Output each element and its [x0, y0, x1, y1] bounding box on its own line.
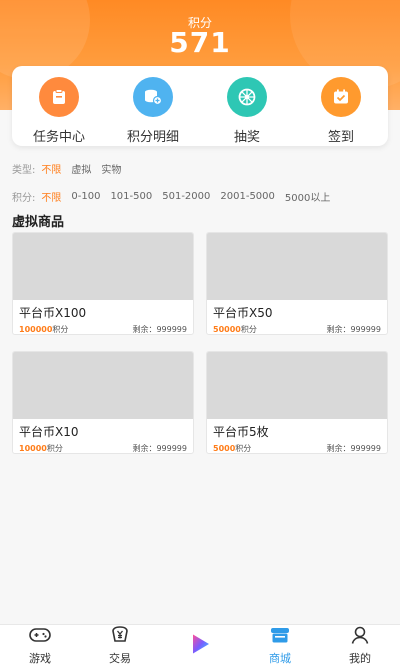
tab-label: 我的 [349, 652, 371, 665]
tab-games[interactable]: 游戏 [0, 625, 80, 666]
store-icon [268, 625, 292, 649]
product-name: 平台币X50 [213, 306, 273, 320]
quick-action-checkin[interactable]: 签到 [294, 66, 388, 146]
tab-label: 商城 [269, 652, 291, 665]
tab-label: 交易 [109, 652, 131, 665]
product-image-placeholder [207, 233, 387, 300]
product-card[interactable]: 平台币X10 10000积分 剩余：999999 [12, 351, 194, 454]
product-card[interactable]: 平台币X100 100000积分 剩余：999999 [12, 232, 194, 335]
user-icon [349, 625, 371, 649]
points-value: 571 [169, 26, 231, 59]
product-price: 10000积分 [19, 443, 63, 453]
quick-action-label: 任务中心 [32, 130, 85, 145]
product-price-value: 50000 [213, 325, 241, 334]
product-price-unit: 积分 [52, 325, 69, 334]
type-filter-row: 类型: 不限 虚拟 实物 [12, 158, 388, 178]
task-clipboard-icon [39, 77, 79, 117]
product-price-value: 5000 [213, 444, 236, 453]
product-meta: 100000积分 剩余：999999 [13, 321, 193, 334]
section-title: 虚拟商品 [12, 215, 65, 230]
product-price: 100000积分 [19, 324, 69, 334]
product-name: 平台币5枚 [213, 425, 269, 439]
quick-action-task-center[interactable]: 任务中心 [12, 66, 106, 146]
product-grid: 平台币X100 100000积分 剩余：999999 平台币X50 50000积… [12, 232, 388, 454]
product-price: 5000积分 [213, 443, 252, 453]
quick-action-label: 抽奖 [233, 130, 260, 145]
tab-store[interactable]: 商城 [240, 625, 320, 666]
points-filter-option[interactable]: 5000以上 [285, 189, 330, 204]
lottery-wheel-icon [227, 77, 267, 117]
product-name: 平台币X10 [19, 425, 79, 439]
points-filter-option[interactable]: 2001-5000 [220, 191, 275, 202]
type-filter-title: 类型: [12, 164, 36, 176]
points-filter-option-any[interactable]: 不限 [41, 189, 61, 204]
product-price-value: 10000 [19, 444, 47, 453]
points-filter-title: 积分: [12, 192, 36, 204]
product-name: 平台币X100 [19, 306, 87, 320]
product-meta: 10000积分 剩余：999999 [13, 440, 193, 453]
product-meta: 5000积分 剩余：999999 [207, 440, 387, 453]
type-filter-option-physical[interactable]: 实物 [101, 161, 121, 176]
product-stock: 剩余：999999 [132, 325, 187, 334]
quick-action-label: 签到 [327, 130, 354, 145]
product-image-placeholder [207, 352, 387, 419]
gamepad-icon [28, 625, 52, 649]
product-meta: 50000积分 剩余：999999 [207, 321, 387, 334]
play-logo-icon [187, 631, 213, 661]
quick-action-lottery[interactable]: 抽奖 [200, 66, 294, 146]
product-card[interactable]: 平台币X50 50000积分 剩余：999999 [206, 232, 388, 335]
points-filter-option[interactable]: 0-100 [71, 191, 100, 202]
product-stock: 剩余：999999 [326, 325, 381, 334]
product-price-unit: 积分 [240, 325, 257, 334]
tab-center-logo[interactable] [160, 625, 240, 666]
points-filter-option[interactable]: 101-500 [110, 191, 152, 202]
points-filter-option[interactable]: 501-2000 [162, 191, 210, 202]
quick-action-points-detail[interactable]: 积分明细 [106, 66, 200, 146]
filter-panel: 类型: 不限 虚拟 实物 积分: 不限 0-100 101-500 501-20… [12, 158, 388, 214]
type-filter-option-any[interactable]: 不限 [41, 161, 61, 176]
product-image-placeholder [13, 233, 193, 300]
tab-label: 游戏 [29, 652, 51, 665]
product-image-placeholder [13, 352, 193, 419]
trade-yen-icon [109, 625, 131, 649]
quick-action-label: 积分明细 [126, 130, 179, 145]
calendar-check-icon [321, 77, 361, 117]
product-price-value: 100000 [19, 325, 53, 334]
product-stock: 剩余：999999 [132, 444, 187, 453]
product-price-unit: 积分 [235, 444, 252, 453]
product-price: 50000积分 [213, 324, 257, 334]
tab-profile[interactable]: 我的 [320, 625, 400, 666]
product-price-unit: 积分 [46, 444, 63, 453]
product-card[interactable]: 平台币5枚 5000积分 剩余：999999 [206, 351, 388, 454]
quick-actions-card: 任务中心 积分明细 抽奖 签到 [12, 66, 388, 146]
product-stock: 剩余：999999 [326, 444, 381, 453]
tab-trade[interactable]: 交易 [80, 625, 160, 666]
coins-stack-icon [133, 77, 173, 117]
points-filter-row: 积分: 不限 0-100 101-500 501-2000 2001-5000 … [12, 186, 388, 206]
bottom-tab-bar: 游戏 交易 商城 我的 [0, 624, 400, 666]
type-filter-option-virtual[interactable]: 虚拟 [71, 161, 91, 176]
